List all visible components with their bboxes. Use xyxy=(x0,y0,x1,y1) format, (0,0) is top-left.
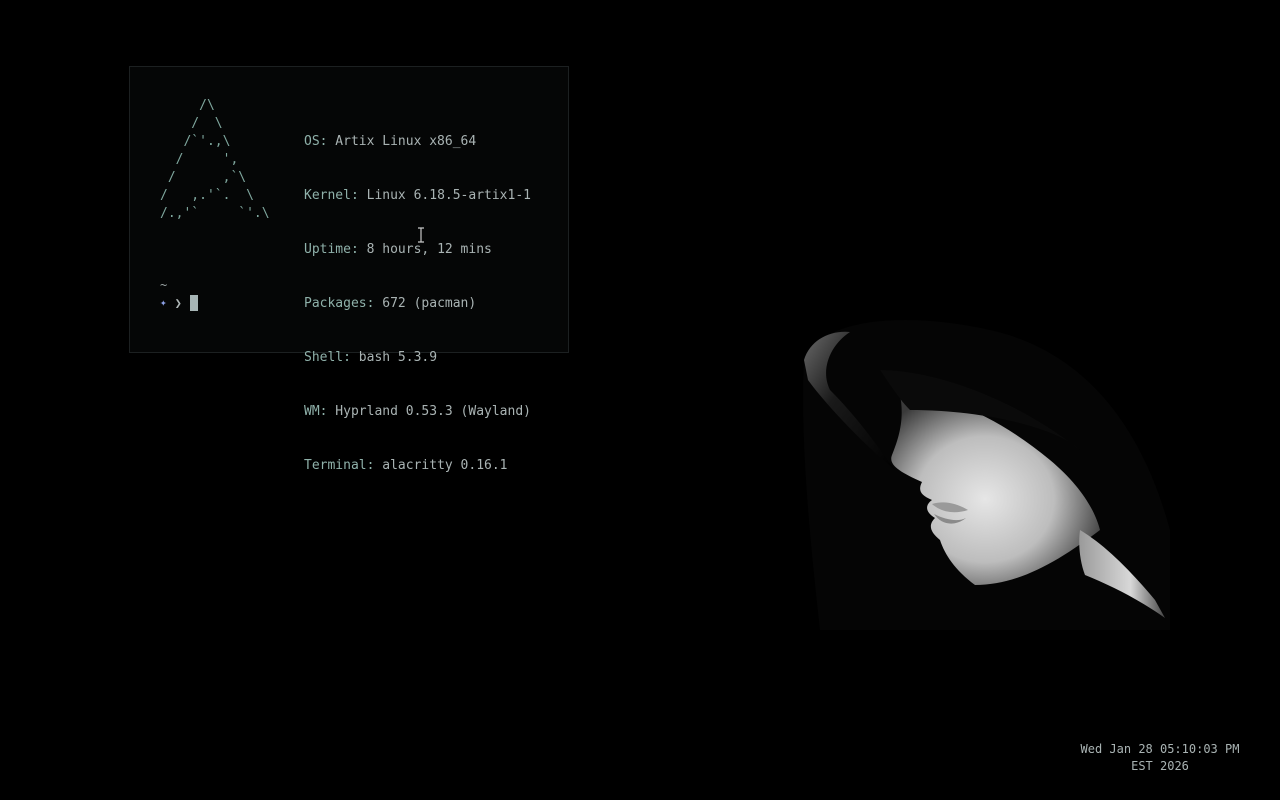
info-row-wm: WM: Hyprland 0.53.3 (Wayland) xyxy=(304,403,531,421)
info-row-uptime: Uptime: 8 hours, 12 mins xyxy=(304,241,531,259)
info-row-kernel: Kernel: Linux 6.18.5-artix1-1 xyxy=(304,187,531,205)
clock-datetime: Wed Jan 28 05:10:03 PM xyxy=(1080,742,1240,756)
info-row-shell: Shell: bash 5.3.9 xyxy=(304,349,531,367)
wallpaper-hooded-figure xyxy=(803,320,1170,630)
info-row-os: OS: Artix Linux x86_64 xyxy=(304,133,531,151)
sparkle-icon: ✦ xyxy=(160,296,167,309)
info-row-terminal: Terminal: alacritty 0.16.1 xyxy=(304,457,531,475)
clock-timezone-year: EST 2026 xyxy=(1131,759,1189,773)
info-key: Terminal: xyxy=(304,458,375,473)
info-value: 8 hours, 12 mins xyxy=(358,242,492,257)
info-value: Hyprland 0.53.3 (Wayland) xyxy=(327,404,531,419)
info-key: WM: xyxy=(304,404,328,419)
info-value: Artix Linux x86_64 xyxy=(327,134,477,149)
info-key: Packages: xyxy=(304,296,375,311)
artix-ascii-logo: /\ / \ /`'.,\ / ', / ,`\ / ,.'`. \ /.,'`… xyxy=(160,98,270,221)
prompt-arrow: ❯ xyxy=(174,296,182,310)
info-row-packages: Packages: 672 (pacman) xyxy=(304,295,531,313)
desktop: /\ / \ /`'.,\ / ', / ,`\ / ,.'`. \ /.,'`… xyxy=(0,0,1280,800)
info-value: Linux 6.18.5-artix1-1 xyxy=(358,188,531,203)
ibeam-icon xyxy=(418,227,424,243)
prompt-cwd: ~ xyxy=(160,278,168,292)
text-cursor[interactable] xyxy=(189,295,198,311)
desktop-clock: Wed Jan 28 05:10:03 PM EST 2026 xyxy=(1060,741,1260,775)
info-value: bash 5.3.9 xyxy=(350,350,438,365)
terminal-window[interactable]: /\ / \ /`'.,\ / ', / ,`\ / ,.'`. \ /.,'`… xyxy=(129,66,569,473)
prompt-line[interactable]: ✦ ❯ xyxy=(160,295,198,311)
info-value: 672 (pacman) xyxy=(374,296,477,311)
info-key: Uptime: xyxy=(304,242,359,257)
info-key: Shell: xyxy=(304,350,351,365)
fastfetch-info: OS: Artix Linux x86_64 Kernel: Linux 6.1… xyxy=(304,97,531,511)
info-key: OS: xyxy=(304,134,328,149)
info-value: alacritty 0.16.1 xyxy=(374,458,508,473)
info-key: Kernel: xyxy=(304,188,359,203)
